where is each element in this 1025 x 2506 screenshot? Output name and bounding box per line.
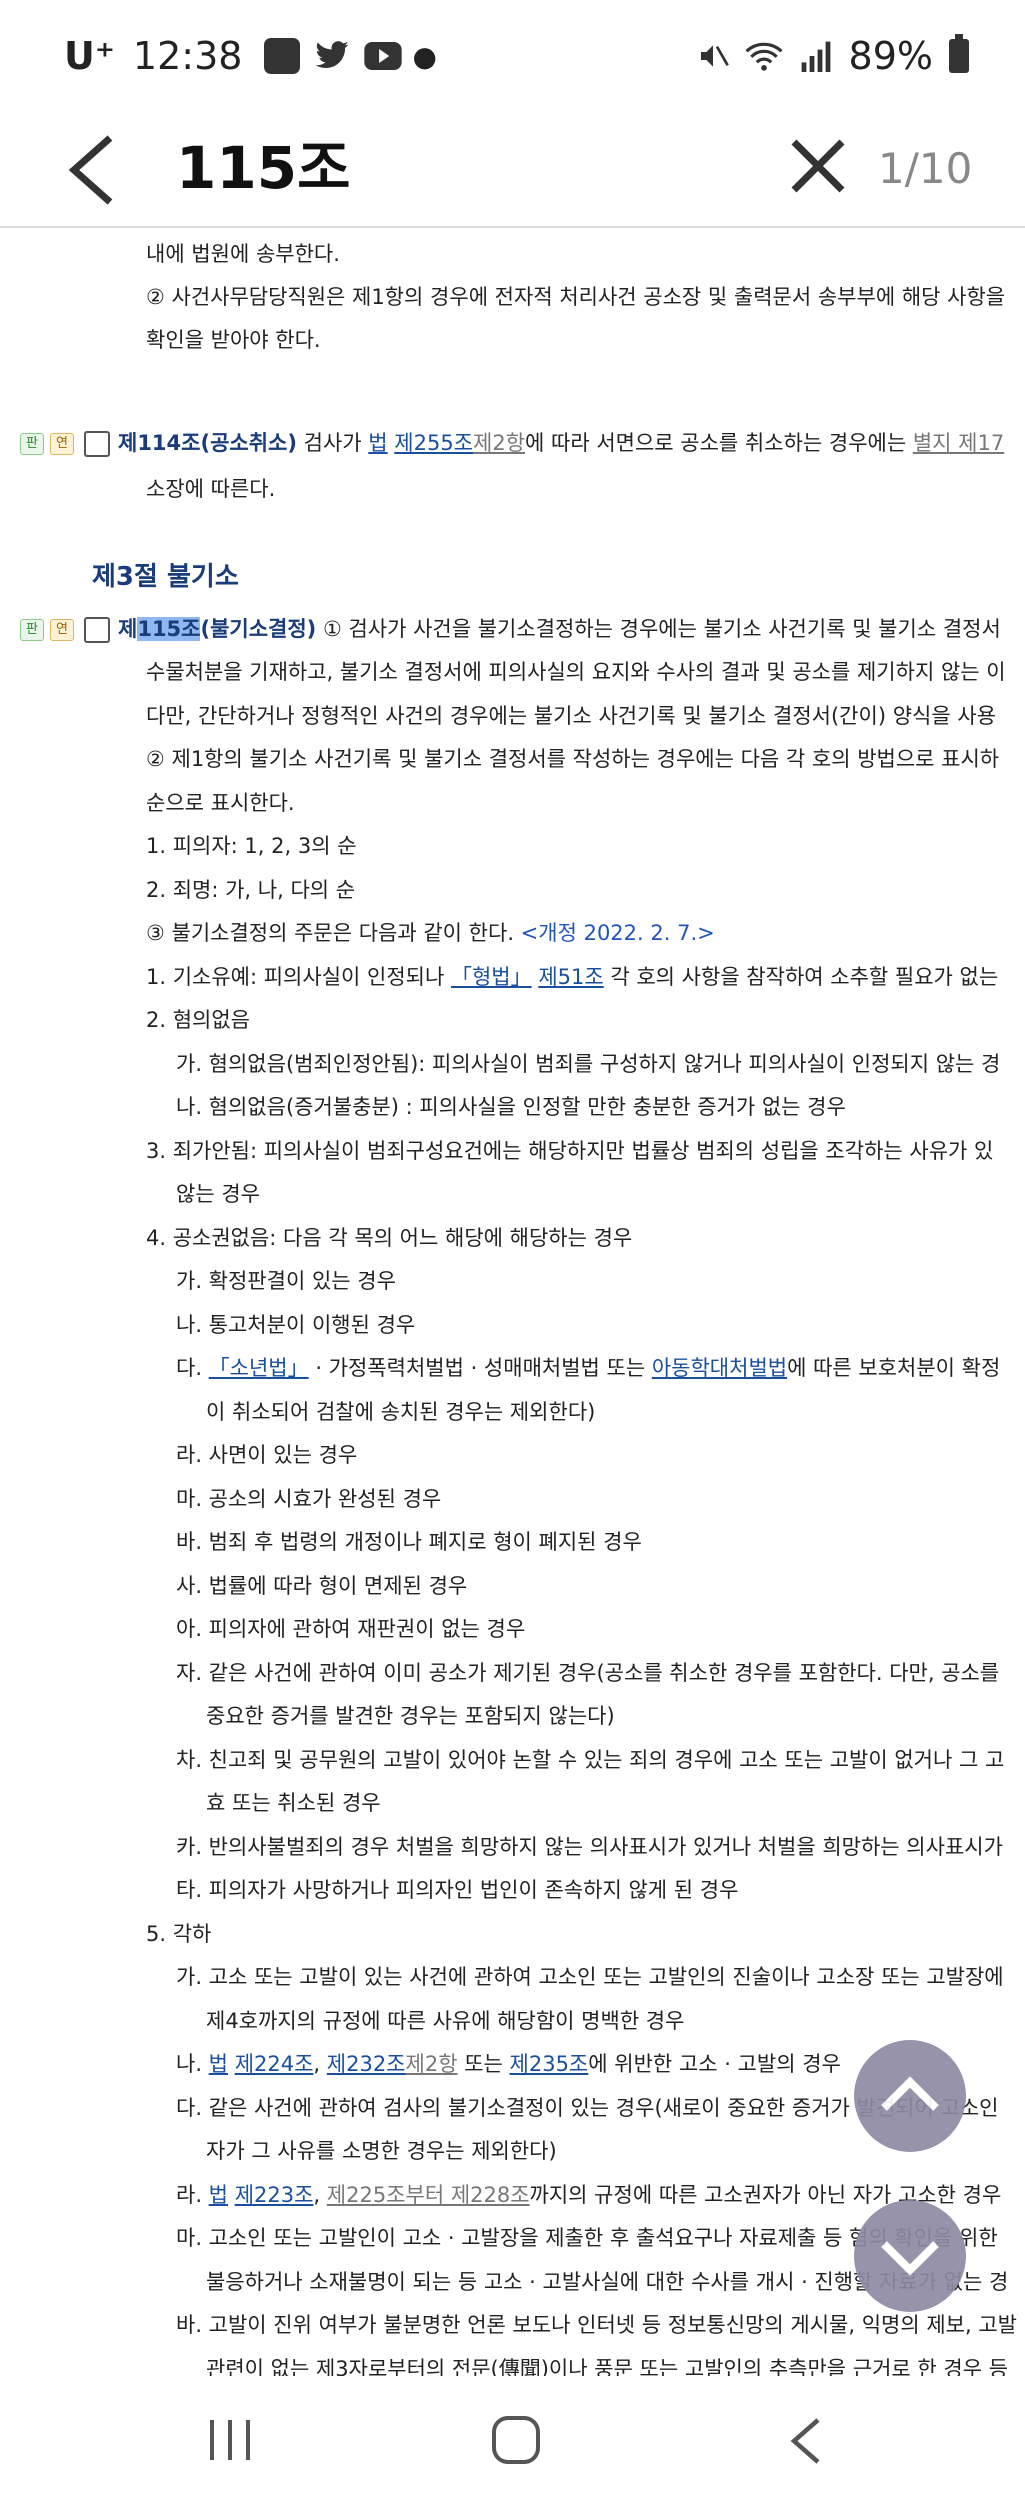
text-line: 2. 죄명: 가, 나, 다의 순: [146, 878, 356, 902]
text-line: 자. 같은 사건에 관하여 이미 공소가 제기된 경우(공소를 취소한 경우를 …: [176, 1661, 1000, 1685]
search-query[interactable]: 115조: [176, 128, 350, 208]
chevron-down-icon: [881, 2241, 939, 2276]
text-line: 내에 법원에 송부한다.: [146, 242, 340, 266]
text-line: 나. 통고처분이 이행된 경우: [176, 1313, 416, 1337]
youtube-icon: [364, 42, 403, 70]
wifi-icon: [745, 42, 783, 71]
article-link[interactable]: 제223조: [235, 2183, 314, 2207]
search-result-counter: 1/10: [878, 144, 973, 193]
law-link[interactable]: 법: [209, 2052, 228, 2076]
carrier-label: U⁺: [64, 34, 115, 78]
text-line: 관련이 없는 제3자로부터의 전문(傳聞)이나 풍문 또는 고발인의 추측만을 …: [206, 2357, 1009, 2376]
text-line: 아. 피의자에 관하여 재판권이 없는 경우: [176, 1617, 526, 1641]
text-line: 마. 공소의 시효가 완성된 경우: [176, 1487, 442, 1511]
close-icon[interactable]: [788, 136, 848, 196]
text-line: 이 취소되어 검찰에 송치된 경우는 제외한다): [206, 1400, 596, 1424]
text-line: ② 제1항의 불기소 사건기록 및 불기소 결정서를 작성하는 경우에는 다음 …: [146, 747, 1000, 771]
item-4-da: 다. 「소년법」 · 가정폭력처벌법 · 성매매처벌법 또는 아동학대처벌법에 …: [176, 1356, 1001, 1380]
text-line: 확인을 받아야 한다.: [146, 328, 321, 352]
mute-icon: [700, 45, 729, 67]
scroll-down-button[interactable]: [854, 2200, 966, 2312]
text-line: 제4호까지의 규정에 따른 사유에 해당함이 명백한 경우: [206, 2009, 685, 2033]
paragraph-3: ③ 불기소결정의 주문은 다음과 같이 한다. <개정 2022. 2. 7.>: [146, 921, 715, 945]
battery-icon: [949, 34, 969, 73]
text-line: 가. 고소 또는 고발이 있는 사건에 관하여 고소인 또는 고발인의 진술이나…: [176, 1965, 1004, 1989]
text-line: 1. 피의자: 1, 2, 3의 순: [146, 834, 357, 858]
text-line: ② 사건사무담당직원은 제1항의 경우에 전자적 처리사건 공소장 및 출력문서…: [146, 285, 1006, 309]
item-5-na: 나. 법 제224조, 제232조제2항 또는 제235조에 위반한 고소 · …: [176, 2052, 841, 2076]
clock: 12:38: [132, 34, 243, 78]
section-title: 제3절 불기소: [92, 562, 239, 592]
article-link[interactable]: 제255조: [394, 431, 473, 455]
home-icon[interactable]: [490, 2414, 542, 2466]
precedent-badge[interactable]: 판: [20, 619, 44, 641]
article-range-link[interactable]: 제225조부터 제228조: [327, 2183, 530, 2207]
history-badge[interactable]: 연: [50, 433, 74, 455]
recent-apps-icon[interactable]: [206, 2416, 254, 2464]
article-link[interactable]: 제224조: [235, 2052, 314, 2076]
text-line: 4. 공소권없음: 다음 각 목의 어느 해당에 해당하는 경우: [146, 1226, 633, 1250]
back-nav-icon[interactable]: [786, 2416, 826, 2466]
history-badge[interactable]: 연: [50, 619, 74, 641]
text-line: 중요한 증거를 발견한 경우는 포함되지 않는다): [206, 1704, 615, 1728]
revision-note[interactable]: <개정 2022. 2. 7.>: [521, 921, 715, 945]
text-line: 않는 경우: [176, 1182, 260, 1206]
article-link[interactable]: 제235조: [510, 2052, 589, 2076]
text-line: 순으로 표시한다.: [146, 791, 295, 815]
law-link[interactable]: 법: [368, 431, 387, 455]
text-line: 자가 그 사유를 소명한 경우는 제외한다): [206, 2139, 557, 2163]
notification-app-icon: [264, 38, 301, 74]
precedent-badge[interactable]: 판: [20, 433, 44, 455]
search-highlight: 115조: [137, 617, 201, 641]
law-link[interactable]: 「소년법」: [209, 1356, 309, 1380]
back-arrow-icon[interactable]: [62, 130, 122, 210]
status-bar: U⁺ 12:38 ● 89%: [0, 0, 1025, 112]
article-checkbox[interactable]: [84, 431, 110, 457]
text-line: 가. 혐의없음(범죄인정안됨): 피의사실이 범죄를 구성하지 않거나 피의사실…: [176, 1052, 1001, 1076]
law-link[interactable]: 아동학대처벌법: [652, 1356, 787, 1380]
text-line: 수물처분을 기재하고, 불기소 결정서에 피의사실의 요지와 수사의 결과 및 …: [146, 660, 1006, 684]
text-line: 바. 범죄 후 법령의 개정이나 폐지로 형이 폐지된 경우: [176, 1530, 642, 1554]
text-line: 가. 확정판결이 있는 경우: [176, 1269, 396, 1293]
article-checkbox[interactable]: [84, 617, 110, 643]
text-line: 카. 반의사불벌죄의 경우 처벌을 희망하지 않는 의사표시가 있거나 처벌을 …: [176, 1835, 1003, 1859]
law-link[interactable]: 법: [209, 2183, 228, 2207]
signal-icon: [801, 41, 830, 72]
article-title: 제114조(공소취소): [118, 431, 297, 455]
text-line: 라. 사면이 있는 경우: [176, 1443, 358, 1467]
find-in-page-bar: 115조 1/10: [0, 112, 1025, 228]
scroll-up-button[interactable]: [854, 2040, 966, 2152]
paragraph-link[interactable]: 제2항: [406, 2052, 458, 2076]
text-line: 타. 피의자가 사망하거나 피의자인 법인이 존속하지 않게 된 경우: [176, 1878, 739, 1902]
form-link[interactable]: 별지 제17: [913, 431, 1004, 455]
paragraph-link[interactable]: 제2항: [473, 431, 525, 455]
text-line: 다만, 간단하거나 정형적인 사건의 경우에는 불기소 사건기록 및 불기소 결…: [146, 704, 996, 728]
text-line: 5. 각하: [146, 1922, 212, 1946]
text-line: 차. 친고죄 및 공무원의 고발이 있어야 논할 수 있는 죄의 경우에 고소 …: [176, 1748, 1005, 1772]
item-1: 1. 기소유예: 피의사실이 인정되나 「형법」 제51조 각 호의 사항을 참…: [146, 965, 999, 989]
android-navigation-bar: [0, 2376, 1025, 2506]
text-line: 3. 죄가안됨: 피의사실이 범죄구성요건에는 해당하지만 법률상 범죄의 성립…: [146, 1139, 994, 1163]
text-line: 바. 고발이 진위 여부가 불분명한 언론 보도나 인터넷 등 정보통신망의 게…: [176, 2313, 1017, 2337]
article-115: 판 연 제115조(불기소결정) ① 검사가 사건을 불기소결정하는 경우에는 불기…: [20, 613, 1001, 645]
law-link[interactable]: 「형법」: [451, 965, 532, 989]
text-line: 나. 혐의없음(증거불충분) : 피의사실을 인정할 만한 충분한 증거가 없는…: [176, 1095, 846, 1119]
text-line: 효 또는 취소된 경우: [206, 1791, 381, 1815]
article-link[interactable]: 제232조: [327, 2052, 406, 2076]
article-link[interactable]: 제51조: [538, 965, 603, 989]
twitter-icon: [315, 41, 349, 69]
text-line: 소장에 따른다.: [146, 477, 276, 501]
article-114: 판 연 제114조(공소취소) 검사가 법 제255조제2항에 따라 서면으로 공소…: [20, 427, 1004, 459]
more-notifications-icon: ●: [412, 39, 437, 73]
battery-percent: 89%: [848, 34, 933, 78]
text-line: 사. 법률에 따라 형이 면제된 경우: [176, 1574, 468, 1598]
text-line: 2. 혐의없음: [146, 1008, 250, 1032]
chevron-up-icon: [881, 2076, 939, 2111]
